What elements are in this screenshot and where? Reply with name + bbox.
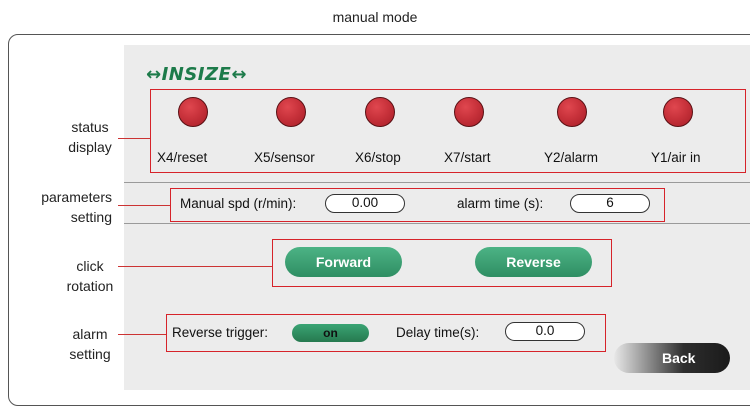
connector-alarm <box>118 334 166 335</box>
forward-button[interactable]: Forward <box>285 247 402 277</box>
alarm-time-input[interactable]: 6 <box>570 194 650 213</box>
lamp-x4-reset <box>178 97 208 127</box>
reverse-trigger-label: Reverse trigger: <box>172 325 269 340</box>
connector-parameters <box>118 205 170 206</box>
connector-rotation <box>118 266 272 267</box>
divider-status <box>124 182 750 183</box>
callout-click-rotation: click rotation <box>40 256 140 296</box>
alarm-time-label: alarm time (s): <box>457 196 544 211</box>
manual-spd-label: Manual spd (r/min): <box>180 196 297 211</box>
delay-time-input[interactable]: 0.0 <box>505 322 585 341</box>
lamp-label-x4: X4/reset <box>157 150 208 165</box>
back-button[interactable]: Back <box>614 343 730 373</box>
callout-parameters-setting: parameters setting <box>12 187 112 227</box>
divider-parameters <box>124 223 750 224</box>
callout-line-2: display <box>68 139 112 155</box>
reverse-button[interactable]: Reverse <box>475 247 592 277</box>
callout-line-1: parameters <box>41 189 112 205</box>
lamp-y1-air-in <box>663 97 693 127</box>
lamp-x5-sensor <box>276 97 306 127</box>
lamp-y2-alarm <box>557 97 587 127</box>
callout-line-1: status <box>71 119 109 135</box>
reverse-trigger-toggle[interactable]: on <box>292 324 369 342</box>
callout-line-2: setting <box>70 209 112 225</box>
lamp-label-y1: Y1/air in <box>651 150 701 165</box>
lamp-x6-stop <box>365 97 395 127</box>
manual-spd-input[interactable]: 0.00 <box>325 194 405 213</box>
connector-status <box>118 138 150 139</box>
callout-status-display: status display <box>40 117 140 157</box>
callout-alarm-setting: alarm setting <box>40 324 140 364</box>
callout-line-2: setting <box>69 346 111 362</box>
insize-logo: ↔INSIZE↔ <box>146 64 247 85</box>
lamp-label-x5: X5/sensor <box>254 150 315 165</box>
lamp-label-x6: X6/stop <box>355 150 401 165</box>
lamp-x7-start <box>454 97 484 127</box>
lamp-label-y2: Y2/alarm <box>544 150 599 165</box>
delay-time-label: Delay time(s): <box>396 325 480 340</box>
callout-line-2: rotation <box>66 278 114 294</box>
window-title: manual mode <box>332 9 418 25</box>
lamp-label-x7: X7/start <box>444 150 491 165</box>
